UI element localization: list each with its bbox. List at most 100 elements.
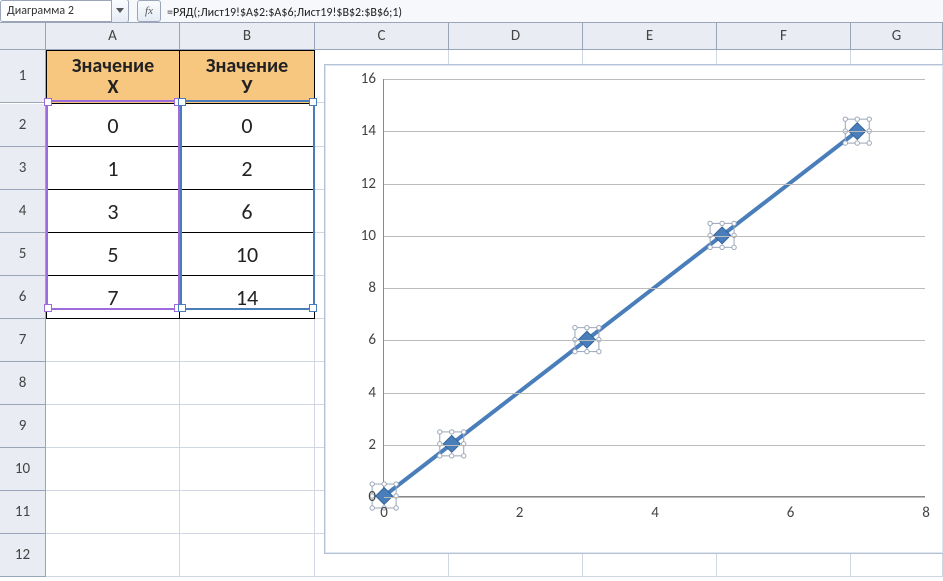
selection-handle[interactable] bbox=[462, 454, 466, 458]
insert-function-button[interactable]: fx bbox=[137, 0, 161, 22]
empty-cell[interactable] bbox=[46, 491, 180, 534]
empty-cell[interactable] bbox=[180, 319, 315, 362]
empty-cell[interactable] bbox=[180, 534, 315, 577]
chart-gridline bbox=[384, 340, 925, 341]
empty-cell[interactable] bbox=[46, 448, 180, 491]
row-header[interactable]: 11 bbox=[0, 491, 46, 534]
selection-handle[interactable] bbox=[438, 454, 442, 458]
select-all-corner[interactable] bbox=[0, 23, 46, 50]
column-header[interactable]: G bbox=[851, 23, 943, 50]
selection-handle[interactable] bbox=[720, 221, 724, 225]
selection-handle[interactable] bbox=[573, 349, 577, 353]
selection-handle[interactable] bbox=[394, 482, 398, 486]
selection-handle[interactable] bbox=[382, 482, 386, 486]
selection-handle[interactable] bbox=[855, 141, 859, 145]
column-header[interactable]: F bbox=[717, 23, 851, 50]
selection-handle[interactable] bbox=[843, 141, 847, 145]
chart-xtick-label: 2 bbox=[516, 504, 524, 522]
column-header[interactable]: C bbox=[315, 23, 449, 50]
empty-cell[interactable] bbox=[46, 362, 180, 405]
chart-gridline bbox=[384, 236, 925, 237]
row-header[interactable]: 6 bbox=[0, 276, 46, 319]
chart-ytick-label: 6 bbox=[368, 331, 376, 349]
row-header[interactable]: 5 bbox=[0, 233, 46, 276]
row-header[interactable]: 1 bbox=[0, 50, 46, 103]
data-cell[interactable]: 0 bbox=[180, 104, 315, 147]
selection-handle[interactable] bbox=[585, 349, 589, 353]
chart-ytick-label: 4 bbox=[368, 384, 376, 402]
row-header[interactable]: 2 bbox=[0, 104, 46, 147]
data-cell[interactable]: 10 bbox=[180, 233, 315, 276]
selection-handle[interactable] bbox=[708, 245, 712, 249]
selection-handle[interactable] bbox=[720, 245, 724, 249]
empty-cell[interactable] bbox=[46, 405, 180, 448]
data-cell[interactable]: 3 bbox=[46, 190, 180, 233]
selection-handle[interactable] bbox=[370, 506, 374, 510]
row-header[interactable]: 10 bbox=[0, 448, 46, 491]
selection-handle[interactable] bbox=[732, 221, 736, 225]
selection-handle[interactable] bbox=[462, 430, 466, 434]
empty-cell[interactable] bbox=[180, 362, 315, 405]
chart-ytick-label: 8 bbox=[368, 279, 376, 297]
chart-xtick-label: 4 bbox=[651, 504, 659, 522]
selection-handle[interactable] bbox=[597, 349, 601, 353]
data-cell[interactable]: 6 bbox=[180, 190, 315, 233]
chart-gridline bbox=[384, 79, 925, 80]
name-box bbox=[0, 0, 129, 22]
row-header[interactable]: 7 bbox=[0, 319, 46, 362]
chart-ytick-label: 12 bbox=[361, 175, 376, 193]
row-header[interactable]: 12 bbox=[0, 534, 46, 577]
chart-ytick-label: 2 bbox=[368, 436, 376, 454]
row-header[interactable]: 8 bbox=[0, 362, 46, 405]
selection-handle[interactable] bbox=[450, 454, 454, 458]
selection-handle[interactable] bbox=[855, 117, 859, 121]
data-cell[interactable]: 2 bbox=[180, 147, 315, 190]
chart-xtick-label: 6 bbox=[787, 504, 795, 522]
formula-bar: fx =РЯД(;Лист19!$A$2:$A$6;Лист19!$B$2:$B… bbox=[0, 0, 943, 23]
name-box-input[interactable] bbox=[0, 0, 112, 22]
embedded-chart[interactable]: 024681012141602468 bbox=[324, 64, 943, 554]
chart-plot-area[interactable]: 024681012141602468 bbox=[383, 79, 925, 497]
selection-handle[interactable] bbox=[438, 430, 442, 434]
selection-handle[interactable] bbox=[732, 245, 736, 249]
header-cell-x[interactable]: ЗначениеХ bbox=[46, 50, 180, 104]
selection-handle[interactable] bbox=[450, 430, 454, 434]
data-cell[interactable]: 7 bbox=[46, 276, 180, 319]
column-header[interactable]: B bbox=[180, 23, 315, 50]
selection-handle[interactable] bbox=[394, 506, 398, 510]
name-box-dropdown[interactable] bbox=[112, 0, 129, 23]
chart-gridline bbox=[384, 497, 925, 498]
selection-handle[interactable] bbox=[585, 325, 589, 329]
selection-handle[interactable] bbox=[370, 482, 374, 486]
chart-gridline bbox=[384, 445, 925, 446]
selection-handle[interactable] bbox=[843, 117, 847, 121]
formula-input[interactable]: =РЯД(;Лист19!$A$2:$A$6;Лист19!$B$2:$B$6;… bbox=[167, 3, 943, 20]
data-cell[interactable]: 0 bbox=[46, 104, 180, 147]
data-cell[interactable]: 1 bbox=[46, 147, 180, 190]
column-header[interactable]: E bbox=[583, 23, 717, 50]
empty-cell[interactable] bbox=[46, 534, 180, 577]
row-header[interactable]: 3 bbox=[0, 147, 46, 190]
chart-xtick-label: 0 bbox=[380, 504, 388, 522]
empty-cell[interactable] bbox=[180, 405, 315, 448]
selection-handle[interactable] bbox=[708, 221, 712, 225]
row-header[interactable]: 9 bbox=[0, 405, 46, 448]
row-header[interactable]: 4 bbox=[0, 190, 46, 233]
selection-handle[interactable] bbox=[573, 325, 577, 329]
column-header[interactable]: A bbox=[46, 23, 180, 50]
empty-cell[interactable] bbox=[180, 448, 315, 491]
empty-cell[interactable] bbox=[46, 319, 180, 362]
data-cell[interactable]: 14 bbox=[180, 276, 315, 319]
empty-cell[interactable] bbox=[180, 491, 315, 534]
data-cell[interactable]: 5 bbox=[46, 233, 180, 276]
selection-handle[interactable] bbox=[597, 325, 601, 329]
column-header[interactable]: D bbox=[449, 23, 583, 50]
selection-handle[interactable] bbox=[867, 117, 871, 121]
selection-handle[interactable] bbox=[867, 141, 871, 145]
chart-ytick-label: 14 bbox=[361, 122, 376, 140]
chart-gridline bbox=[384, 131, 925, 132]
chart-ytick-label: 16 bbox=[361, 70, 376, 88]
chart-gridline bbox=[384, 288, 925, 289]
header-cell-y[interactable]: ЗначениеУ bbox=[180, 50, 315, 104]
chevron-down-icon bbox=[116, 8, 124, 14]
